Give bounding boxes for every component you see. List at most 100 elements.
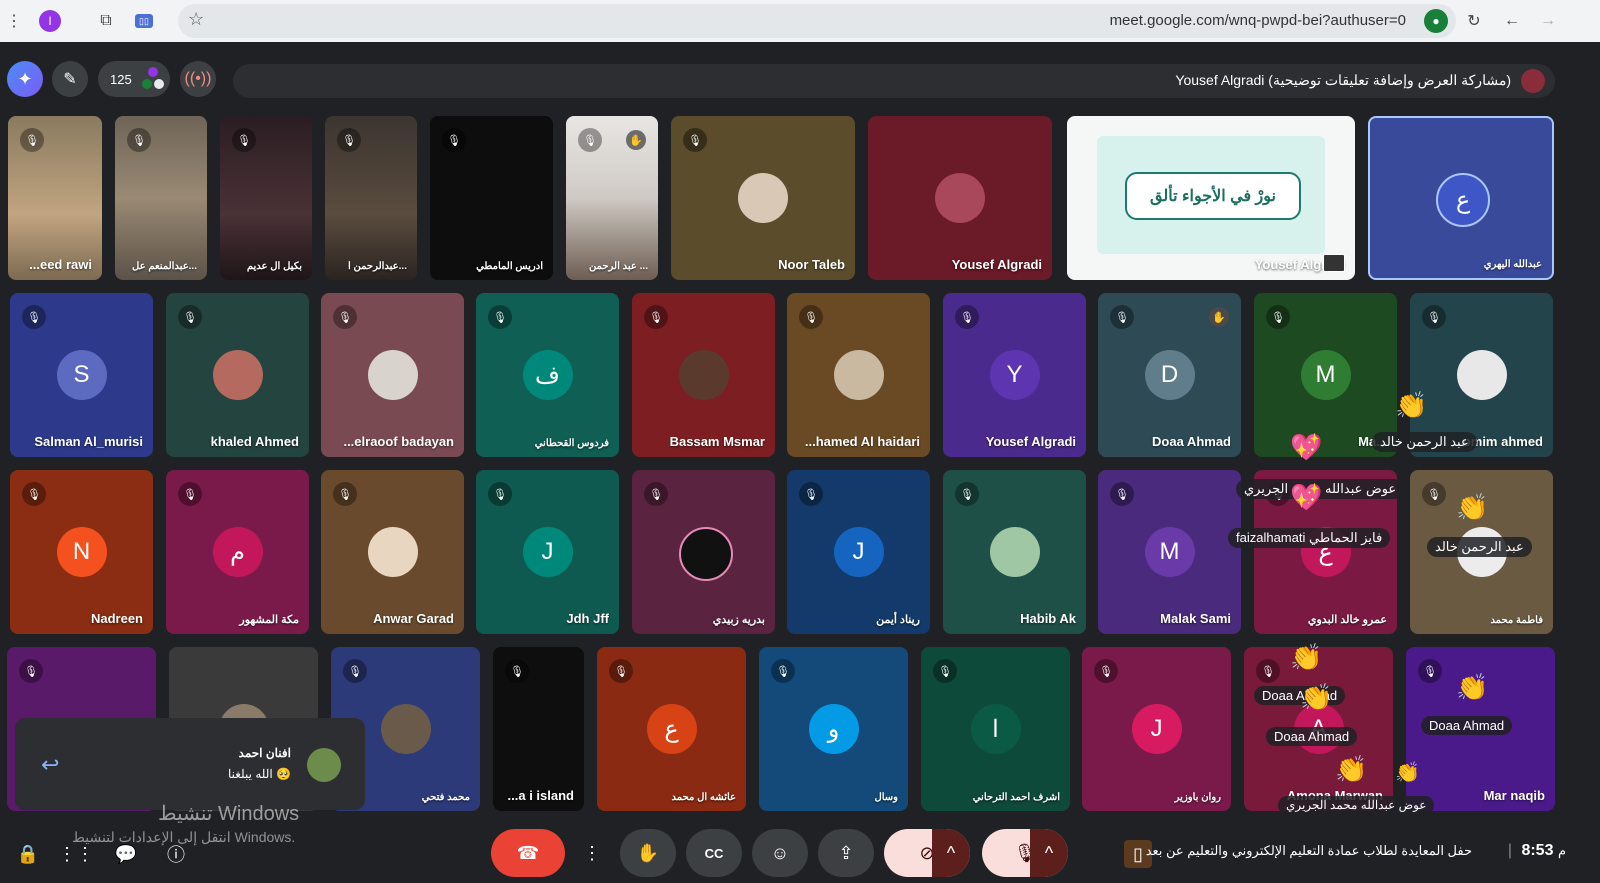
mic-off-icon: 🎙 bbox=[488, 305, 512, 329]
live-broadcast-button[interactable]: ((•)) bbox=[180, 61, 216, 97]
more-options-button[interactable]: ⋮ bbox=[578, 829, 606, 877]
lock-icon[interactable]: 🔒 bbox=[14, 840, 42, 868]
participant-tile[interactable]: 🎙 J Jdh Jff bbox=[476, 470, 619, 634]
participant-tile[interactable]: 🎙 ادريس المامطي bbox=[430, 116, 553, 280]
mic-off-icon: 🎙 bbox=[1256, 659, 1280, 683]
mic-off-icon: 🎙 bbox=[20, 128, 44, 152]
participant-tile[interactable]: 🎙 ع عائشه ال محمد bbox=[597, 647, 746, 811]
mic-off-icon: 🎙 bbox=[1110, 305, 1134, 329]
info-icon[interactable]: ⓘ bbox=[162, 840, 190, 868]
participant-tile[interactable]: ع عبدالله اليهري bbox=[1368, 116, 1554, 280]
address-bar[interactable]: ☆ meet.google.com/wnq-pwpd-bei?authuser=… bbox=[178, 4, 1456, 38]
participant-tile[interactable]: Yousef Algradi bbox=[868, 116, 1052, 280]
participant-tile[interactable]: 🎙 عبدالرحمن ا... bbox=[325, 116, 417, 280]
clap-emoji-icon: 👏 bbox=[1456, 492, 1489, 522]
forward-icon[interactable]: → bbox=[1536, 9, 1560, 33]
chat-icon[interactable]: 💬 bbox=[112, 840, 140, 868]
present-button[interactable]: ⇪ bbox=[818, 829, 874, 877]
participant-name: Bassam Msmar bbox=[669, 434, 765, 449]
camera-options-button[interactable]: ^ bbox=[932, 829, 970, 877]
sparkle-heart-emoji-icon: 💖 bbox=[1290, 482, 1323, 512]
leave-call-button[interactable]: ☎ bbox=[491, 829, 565, 877]
participant-tile[interactable]: 🎙 Anwar Garad bbox=[321, 470, 464, 634]
raised-hand-icon: ✋ bbox=[1209, 307, 1229, 327]
participant-avatar: N bbox=[56, 527, 107, 577]
participant-tile[interactable]: 🎙 بدريه زبيدي bbox=[632, 470, 775, 634]
presentation-tile[interactable]: نورْ في الأجواء تألق Yousef Algradi bbox=[1067, 116, 1355, 280]
participant-tile[interactable]: 🎙 بكيل ال عديم bbox=[220, 116, 312, 280]
participant-avatar: S bbox=[56, 350, 107, 400]
participant-tile[interactable]: 🎙 Y Yousef Algradi bbox=[943, 293, 1086, 457]
participant-avatar bbox=[935, 173, 985, 223]
translate-icon[interactable]: ▯▯ bbox=[132, 9, 156, 33]
participant-tile[interactable]: 🎙 ...hamed Al haidari bbox=[787, 293, 930, 457]
chat-notification[interactable]: ↩ افنان احمد الله يبلغنا 🥺 bbox=[15, 718, 365, 810]
profile-avatar[interactable]: I bbox=[38, 9, 62, 33]
presenter-avatar bbox=[1521, 69, 1545, 93]
kebab-menu-icon[interactable]: ⋮ bbox=[2, 9, 26, 33]
participant-avatar: J bbox=[1131, 704, 1182, 754]
bookmark-star-icon[interactable]: ☆ bbox=[188, 9, 204, 30]
chevron-up-icon: ^ bbox=[946, 842, 956, 863]
reload-icon[interactable]: ↻ bbox=[1462, 9, 1486, 33]
participants-count: 125 bbox=[110, 71, 132, 87]
participant-tile[interactable]: 🎙 M Ma... bbox=[1254, 293, 1397, 457]
participant-tile[interactable]: 🎙 N Nadreen bbox=[10, 470, 153, 634]
hang-up-icon: ☎ bbox=[516, 842, 540, 863]
mic-off-icon: 🎙 bbox=[644, 482, 668, 506]
participant-tile[interactable]: 🎙 J ريناد أيمن bbox=[787, 470, 930, 634]
gemini-button[interactable]: ✦ bbox=[7, 61, 43, 97]
apps-grid-icon[interactable]: ⋮⋮ bbox=[58, 840, 94, 868]
participant-name: ريناد أيمن bbox=[876, 614, 920, 626]
participant-tile[interactable]: 🎙 عبدالمنعم عل... bbox=[115, 116, 207, 280]
mic-off-icon: 🎙 bbox=[178, 482, 202, 506]
back-icon[interactable]: ← bbox=[1500, 9, 1524, 33]
participant-tile[interactable]: 🎙 M Malak Sami bbox=[1098, 470, 1241, 634]
participant-name: عمرو خالد البدوي bbox=[1307, 614, 1387, 626]
participant-tile[interactable]: 🎙 khaled Ahmed bbox=[166, 293, 309, 457]
mic-options-button[interactable]: ^ bbox=[1030, 829, 1068, 877]
participant-tile[interactable]: 🎙 و وسال bbox=[759, 647, 908, 811]
hand-icon: ✋ bbox=[636, 842, 660, 863]
participants-pill[interactable]: 125 bbox=[98, 61, 170, 97]
mic-off-icon: 🎙 bbox=[609, 659, 633, 683]
smiley-icon: ☺ bbox=[770, 842, 790, 863]
participant-tile[interactable]: 🎙 Habib Ak bbox=[943, 470, 1086, 634]
mic-off-icon: 🎙 bbox=[933, 659, 957, 683]
participant-tile[interactable]: 🎙 ✋ عبد الرحمن ... bbox=[566, 116, 658, 280]
presenter-text: Yousef Algradi (مشاركة العرض وإضافة تعلي… bbox=[1175, 72, 1511, 88]
separator: | bbox=[1507, 842, 1512, 859]
emoji-button[interactable]: ☺ bbox=[752, 829, 808, 877]
participant-tile[interactable]: 🎙 ا اشرف احمد الترحاني bbox=[921, 647, 1070, 811]
windows-watermark-title: تنشيط Windows bbox=[158, 803, 300, 825]
participant-tile[interactable]: 🎙 Bassam Msmar bbox=[632, 293, 775, 457]
participant-tile[interactable]: 🎙 ...elraoof badayan bbox=[321, 293, 464, 457]
participant-name: فردوس القحطاني bbox=[534, 438, 609, 449]
mic-off-icon: 🎙 bbox=[22, 305, 46, 329]
microphone-icon[interactable]: ● bbox=[1424, 9, 1448, 33]
participant-tile[interactable]: 🎙 ...eed rawi bbox=[8, 116, 102, 280]
effects-button[interactable]: ✎ bbox=[52, 61, 88, 97]
participant-tile[interactable]: 🎙 ✋ D Doaa Ahmad bbox=[1098, 293, 1241, 457]
participant-name: عبدالرحمن ا... bbox=[347, 261, 407, 272]
participant-tile[interactable]: 🎙 ...a i island bbox=[493, 647, 584, 811]
extensions-icon[interactable]: ⧉ bbox=[94, 9, 118, 33]
participant-name: khaled Ahmed bbox=[210, 434, 299, 449]
participant-name: ...hamed Al haidari bbox=[804, 434, 920, 449]
participant-avatar: M bbox=[1300, 350, 1351, 400]
reply-arrow-icon[interactable]: ↩ bbox=[41, 752, 59, 778]
captions-button[interactable]: CC bbox=[686, 829, 742, 877]
profile-initial: I bbox=[39, 10, 61, 32]
clap-emoji-icon: 👏 bbox=[1456, 672, 1489, 702]
participant-tile[interactable]: 🎙 J روان باوزير bbox=[1082, 647, 1231, 811]
raise-hand-button[interactable]: ✋ bbox=[620, 829, 676, 877]
mic-off-icon: 🎙 bbox=[578, 128, 602, 152]
participant-name: Noor Taleb bbox=[778, 257, 845, 272]
participant-tile[interactable]: 🎙 S Salman Al_murisi bbox=[10, 293, 153, 457]
mic-off-icon: 🎙 bbox=[127, 128, 151, 152]
screen-share-icon bbox=[1323, 254, 1345, 272]
participant-avatar bbox=[367, 527, 418, 577]
participant-tile[interactable]: 🎙 Noor Taleb bbox=[671, 116, 855, 280]
participant-tile[interactable]: 🎙 م مكة المشهور bbox=[166, 470, 309, 634]
participant-tile[interactable]: 🎙 ف فردوس القحطاني bbox=[476, 293, 619, 457]
